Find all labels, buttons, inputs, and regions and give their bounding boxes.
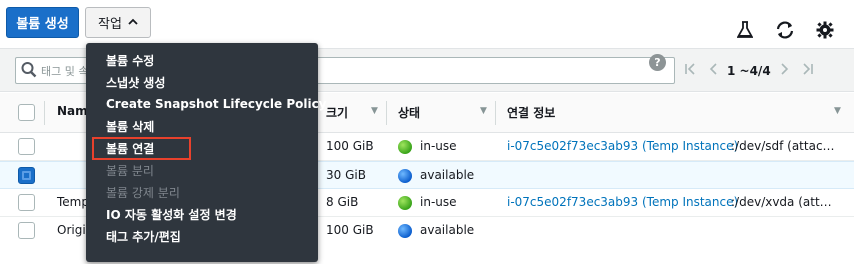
- actions-label: 작업: [98, 17, 122, 32]
- instance-link[interactable]: i-07c5e02f73ec3ab93 (Temp Instance): [507, 195, 738, 209]
- row-checkbox[interactable]: [18, 138, 35, 155]
- pagination: 1 ~4/4: [685, 61, 813, 81]
- menu-item-create-snapshot[interactable]: 스냅샷 생성: [86, 71, 318, 93]
- cell-attachment-device: :/dev/sdf (attac…: [731, 139, 835, 153]
- menu-item-detach-volume: 볼륨 분리: [106, 163, 154, 178]
- chevron-up-icon: [128, 17, 138, 28]
- row-checkbox[interactable]: [18, 167, 35, 184]
- cell-attachment-device: :/dev/xvda (att…: [731, 195, 832, 209]
- page-range-text: 1 ~4/4: [727, 64, 771, 78]
- column-divider: [386, 101, 387, 125]
- prev-page-icon[interactable]: [709, 63, 717, 79]
- create-volume-button[interactable]: 볼륨 생성: [6, 7, 79, 38]
- cell-size: 8 GiB: [326, 195, 359, 209]
- cell-size: 100 GiB: [326, 223, 374, 237]
- cell-name: Temp: [57, 195, 89, 209]
- cell-state: in-use: [420, 195, 457, 209]
- cell-size: 30 GiB: [326, 168, 366, 182]
- select-all-checkbox[interactable]: [18, 104, 35, 121]
- column-header-size[interactable]: 크기: [326, 104, 348, 121]
- cell-name: Origi: [57, 223, 86, 237]
- column-header-name[interactable]: Nam: [57, 104, 88, 118]
- last-page-icon[interactable]: [801, 63, 813, 79]
- search-icon: [21, 61, 37, 82]
- highlight-outline: [92, 137, 191, 160]
- next-page-icon[interactable]: [781, 63, 789, 79]
- row-checkbox[interactable]: [18, 194, 35, 211]
- menu-item-attach-volume[interactable]: 볼륨 연결: [86, 137, 318, 160]
- cell-state: in-use: [420, 139, 457, 153]
- column-header-state[interactable]: 상태: [398, 104, 420, 121]
- sort-icon[interactable]: ▼: [834, 106, 841, 116]
- cell-state: available: [420, 168, 475, 182]
- refresh-icon[interactable]: [775, 20, 795, 40]
- menu-item-delete-volume[interactable]: 볼륨 삭제: [86, 115, 318, 137]
- first-page-icon[interactable]: [685, 63, 697, 79]
- instance-link[interactable]: i-07c5e02f73ec3ab93 (Temp Instance): [507, 139, 738, 153]
- help-icon[interactable]: ?: [649, 54, 666, 71]
- column-header-attachment[interactable]: 연결 정보: [507, 104, 555, 121]
- menu-item-modify-volume[interactable]: 볼륨 수정: [86, 49, 318, 71]
- status-available-icon: [398, 169, 412, 183]
- menu-item-add-edit-tags[interactable]: 태그 추가/편집: [86, 225, 318, 247]
- sort-icon[interactable]: ▼: [371, 106, 378, 116]
- cell-size: 100 GiB: [326, 139, 374, 153]
- column-divider: [495, 101, 496, 125]
- flask-icon[interactable]: [735, 20, 755, 40]
- gear-icon[interactable]: [815, 20, 835, 40]
- status-available-icon: [398, 224, 412, 238]
- actions-menu: 볼륨 수정 스냅샷 생성 Create Snapshot Lifecycle P…: [86, 43, 327, 262]
- status-in-use-icon: [398, 140, 412, 154]
- menu-item-force-detach-volume: 볼륨 강제 분리: [106, 185, 180, 200]
- menu-item-create-snapshot-lifecycle-policy[interactable]: Create Snapshot Lifecycle Policy: [86, 93, 327, 115]
- status-in-use-icon: [398, 196, 412, 210]
- cell-state: available: [420, 223, 475, 237]
- actions-dropdown-button[interactable]: 작업: [85, 7, 151, 38]
- row-checkbox[interactable]: [18, 222, 35, 239]
- menu-item-change-auto-enable-io[interactable]: IO 자동 활성화 설정 변경: [86, 203, 318, 225]
- sort-icon[interactable]: ▼: [480, 106, 487, 116]
- column-divider: [44, 101, 45, 125]
